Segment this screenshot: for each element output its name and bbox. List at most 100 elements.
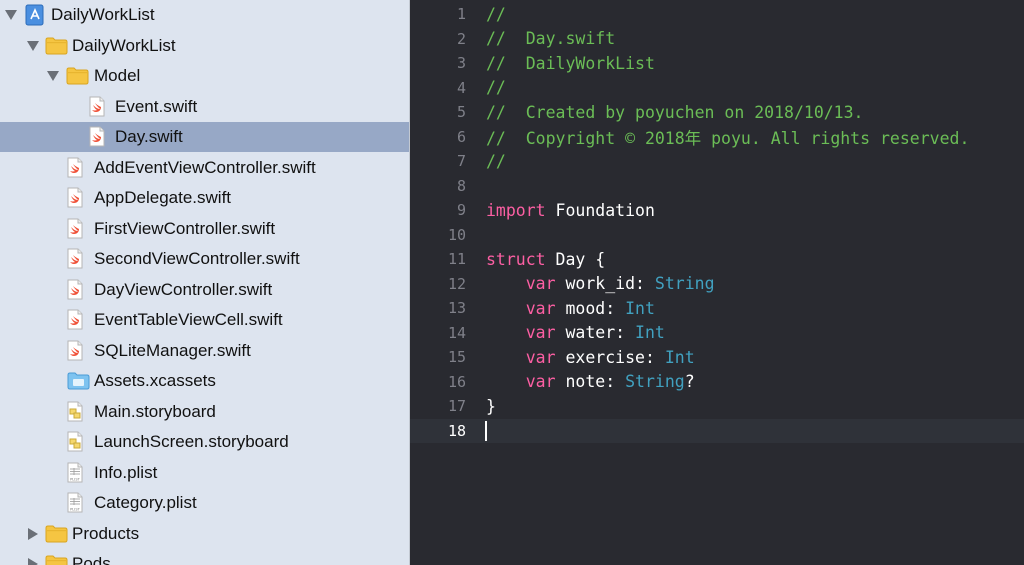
code-token-comment: // Created by poyuchen on 2018/10/13. — [486, 102, 864, 122]
line-number: 8 — [456, 176, 466, 195]
navigator-item-label: FirstViewController.swift — [94, 218, 276, 238]
code-line[interactable]: 17} — [410, 394, 1024, 419]
navigator-item-info-plist[interactable]: PLIST Info.plist — [0, 458, 409, 488]
line-number: 15 — [447, 348, 466, 367]
code-token-comment: // Day.swift — [486, 29, 616, 49]
disclosure-open-icon[interactable] — [46, 61, 60, 91]
disclosure-closed-icon[interactable] — [26, 519, 40, 549]
code-text: struct Day { — [486, 250, 605, 269]
project-navigator: DailyWorkList DailyWorkList Model Event.swi… — [0, 0, 410, 565]
navigator-item-products[interactable]: Products — [0, 519, 409, 549]
code-line[interactable]: 10 — [410, 223, 1024, 248]
disclosure-open-icon[interactable] — [4, 0, 18, 30]
swift-file-icon — [67, 157, 89, 179]
code-text: // DailyWorkList — [486, 54, 655, 73]
code-line[interactable]: 9 import Foundation — [410, 198, 1024, 223]
navigator-item-secondviewcontroller-swift[interactable]: SecondViewController.swift — [0, 244, 409, 274]
code-token-kw: var — [525, 274, 556, 294]
code-line[interactable]: 16 var note: String? — [410, 370, 1024, 395]
code-token-plain: water: — [555, 323, 636, 343]
swift-file-icon — [89, 96, 111, 118]
code-text: var water: Int — [486, 323, 665, 342]
code-line[interactable]: 15 var exercise: Int — [410, 345, 1024, 370]
line-number: 3 — [456, 54, 466, 73]
code-text: // — [486, 5, 506, 24]
code-text: var exercise: Int — [486, 348, 695, 367]
folder-icon — [45, 555, 68, 565]
code-line[interactable]: 14 var water: Int — [410, 321, 1024, 346]
code-line[interactable]: 11 struct Day { — [410, 247, 1024, 272]
code-token-plain: Foundation — [545, 200, 655, 220]
navigator-item-label: DayViewController.swift — [94, 279, 273, 299]
code-line[interactable]: 2 // Day.swift — [410, 27, 1024, 52]
code-line[interactable]: 8 — [410, 174, 1024, 199]
code-line[interactable]: 18 — [410, 418, 1024, 443]
navigator-item-label: AddEventViewController.swift — [94, 157, 316, 177]
navigator-item-main-storyboard[interactable]: Main.storyboard — [0, 397, 409, 427]
disclosure-closed-icon[interactable] — [26, 549, 40, 565]
navigator-item-launchscreen-storyboard[interactable]: LaunchScreen.storyboard — [0, 427, 409, 457]
code-line[interactable]: 5 // Created by poyuchen on 2018/10/13. — [410, 100, 1024, 125]
code-token-comment: // DailyWorkList — [486, 53, 655, 73]
navigator-item-label: EventTableViewCell.swift — [94, 310, 283, 329]
navigator-item-label: Info.plist — [94, 462, 158, 482]
code-editor[interactable]: 1 // 2 // Day.swift 3 // DailyWorkList 4 // 5 // … — [410, 0, 1024, 565]
code-text: var note: String? — [486, 372, 695, 391]
navigator-item-assets-xcassets[interactable]: Assets.xcassets — [0, 366, 409, 396]
navigator-item-sqlitemanager-swift[interactable]: SQLiteManager.swift — [0, 336, 409, 366]
code-line[interactable]: 1 // — [410, 2, 1024, 27]
code-text: import Foundation — [486, 201, 655, 220]
code-text: // Created by poyuchen on 2018/10/13. — [486, 103, 864, 122]
line-number: 12 — [447, 274, 466, 293]
navigator-item-appdelegate-swift[interactable]: AppDelegate.swift — [0, 183, 409, 213]
code-token-type: Int — [625, 298, 655, 318]
line-number: 18 — [447, 421, 466, 440]
line-number: 11 — [447, 250, 466, 269]
code-token-type: String — [654, 274, 715, 294]
navigator-item-label: Pods — [72, 554, 111, 565]
code-token-kw: var — [525, 298, 556, 318]
line-number: 17 — [447, 397, 466, 416]
code-line[interactable]: 6 // Copyright © 2018年 poyu. All rights r… — [410, 125, 1024, 150]
navigator-item-addeventviewcontroller-swift[interactable]: AddEventViewController.swift — [0, 153, 409, 183]
navigator-item-dayviewcontroller-swift[interactable]: DayViewController.swift — [0, 275, 409, 305]
code-text: var work_id: String — [486, 274, 715, 293]
navigator-item-day-swift[interactable]: Day.swift — [0, 122, 409, 152]
code-line[interactable]: 3 // DailyWorkList — [410, 51, 1024, 76]
navigator-item-eventtableviewcell-swift[interactable]: EventTableViewCell.swift — [0, 305, 409, 335]
line-number: 1 — [456, 5, 466, 24]
svg-text:PLIST: PLIST — [70, 508, 81, 512]
navigator-item-label: DailyWorkList — [51, 5, 155, 24]
navigator-item-label: Category.plist — [94, 493, 197, 512]
navigator-item-dailyworklist[interactable]: DailyWorkList — [0, 0, 409, 30]
navigator-item-label: Day.swift — [115, 127, 183, 146]
code-text: // Copyright © 2018年 poyu. All rights re… — [486, 125, 969, 149]
navigator-item-label: DailyWorkList — [72, 35, 176, 55]
navigator-item-label: Products — [72, 523, 140, 543]
text-cursor — [485, 420, 487, 441]
line-number: 10 — [447, 225, 466, 244]
navigator-item-firstviewcontroller-swift[interactable]: FirstViewController.swift — [0, 214, 409, 244]
storyboard-icon — [67, 431, 89, 453]
folder-icon — [45, 525, 68, 547]
plist-icon: PLIST — [67, 462, 89, 484]
navigator-item-pods[interactable]: Pods — [0, 549, 409, 565]
navigator-item-label: Assets.xcassets — [94, 371, 216, 390]
plist-icon: PLIST — [67, 492, 89, 514]
code-line[interactable]: 12 var work_id: String — [410, 272, 1024, 297]
code-text: // — [486, 152, 506, 171]
code-token-comment: // — [486, 78, 506, 98]
navigator-item-dailyworklist[interactable]: DailyWorkList — [0, 31, 409, 61]
navigator-item-model[interactable]: Model — [0, 61, 409, 91]
swift-file-icon — [67, 218, 89, 240]
swift-file-icon — [67, 248, 89, 270]
navigator-item-event-swift[interactable]: Event.swift — [0, 92, 409, 122]
code-line[interactable]: 7 // — [410, 149, 1024, 174]
code-line[interactable]: 4 // — [410, 76, 1024, 101]
code-token-type: Int — [635, 323, 665, 343]
code-text: } — [486, 397, 496, 416]
code-line[interactable]: 13 var mood: Int — [410, 296, 1024, 321]
navigator-item-category-plist[interactable]: PLIST Category.plist — [0, 488, 409, 518]
disclosure-open-icon[interactable] — [26, 31, 40, 61]
